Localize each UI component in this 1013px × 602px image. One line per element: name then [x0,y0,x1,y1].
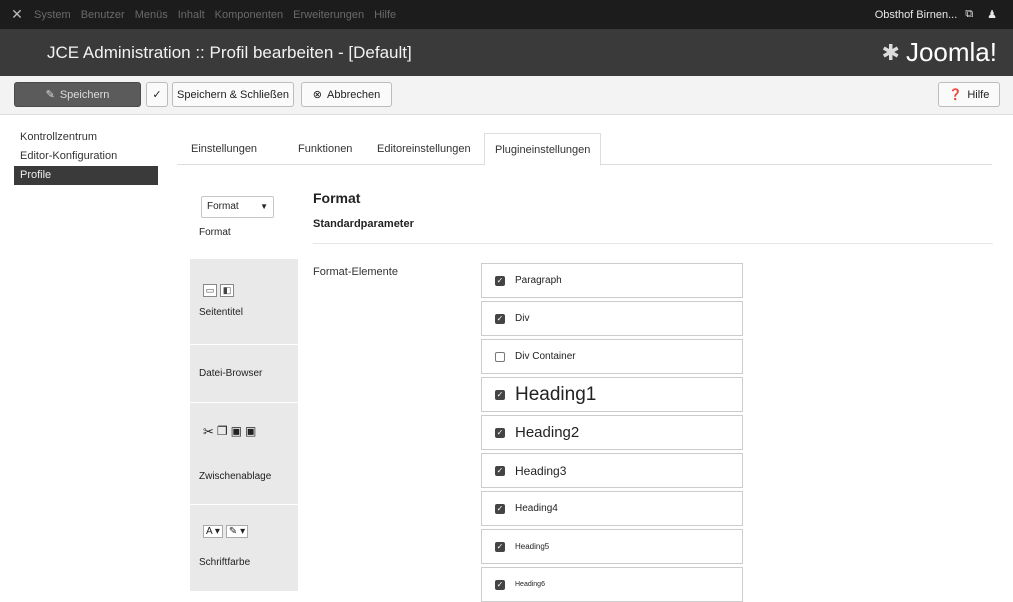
checkbox[interactable]: ✓ [495,275,505,286]
format-select[interactable]: Format ▼ [201,196,274,218]
topnav-right: Obsthof Birnen... ⧉ ♟ [867,8,1013,21]
question-icon: ❓ [948,89,963,101]
top-navbar: ✕ System Benutzer Menüs Inhalt Komponent… [0,0,1013,29]
save-close-button[interactable]: Speichern & Schließen [172,82,294,107]
format-row-heading3[interactable]: ✓ Heading3 [481,453,743,488]
tab-einstellungen[interactable]: Einstellungen [191,133,257,165]
checkbox[interactable]: ✓ [495,313,505,324]
plugin-item-format[interactable]: Format ▼ Format [190,177,298,259]
paste-text-icon: ▣ [245,424,257,438]
font-color-icon: A ▾ [203,525,223,538]
pagetitle-icons: ▭ ◧ [203,284,234,297]
tab-funktionen[interactable]: Funktionen [298,133,352,165]
cancel-button-label: Abbrechen [327,88,381,101]
help-button[interactable]: ❓ Hilfe [938,82,1000,107]
format-label: Div [515,313,530,324]
panel-subtitle: Standardparameter [313,218,414,230]
sidebar-item-profile[interactable]: Profile [14,166,158,185]
plugin-item-label: Zwischenablage [199,471,272,482]
sidebar: Kontrollzentrum Editor-Konfiguration Pro… [14,128,158,185]
menu-benutzer[interactable]: Benutzer [81,9,125,21]
save-button-label: Speichern [59,88,110,101]
checkbox[interactable]: ✓ [495,465,505,476]
plugin-item-datei-browser[interactable]: Datei-Browser [190,345,298,403]
copy-icon: ❐ [216,424,228,438]
plugin-item-zwischenablage[interactable]: ✂ ❐ ▣ ▣ Zwischenablage [190,403,298,505]
caret-down-icon: ▼ [260,202,268,211]
panel-title: Format [313,190,361,206]
plugin-item-seitentitel[interactable]: ▭ ◧ Seitentitel [190,259,298,345]
tab-bar: Einstellungen Funktionen Editoreinstellu… [177,133,992,166]
checkbox[interactable]: ✓ [495,541,505,552]
format-row-heading2[interactable]: ✓ Heading2 [481,415,743,450]
checkbox[interactable]: ✓ [495,427,505,438]
paste-icon: ▣ [230,424,243,438]
highlight-color-icon: ✎ ▾ [225,525,249,538]
layout-split-icon: ◧ [220,284,234,297]
sidebar-item-kontrollzentrum[interactable]: Kontrollzentrum [14,128,158,147]
edit-icon: ✎ [45,89,55,101]
format-label: Heading3 [515,463,567,478]
fontcolor-icons: A ▾ ✎ ▾ [203,525,249,538]
menu-inhalt[interactable]: Inhalt [178,9,205,21]
cancel-button[interactable]: ⊗ Abbrechen [301,82,392,107]
format-label: Heading4 [515,503,558,514]
toolbar: ✎ Speichern ✓ Speichern & Schließen ⊗ Ab… [0,76,1013,115]
checkbox[interactable]: ✓ [495,579,505,590]
joomla-brand-icon: ✱ [881,39,900,65]
format-row-heading6[interactable]: ✓ Heading6 [481,567,743,602]
checkbox[interactable] [495,351,505,362]
joomla-brand: ✱ Joomla! [882,37,997,68]
tab-editoreinstellungen[interactable]: Editoreinstellungen [377,133,471,165]
cut-icon: ✂ [203,424,214,439]
external-link-icon[interactable]: ⧉ [965,8,973,21]
format-row-div-container[interactable]: Div Container [481,339,743,374]
format-label: Div Container [515,351,576,362]
plugin-item-label: Schriftfarbe [199,557,251,568]
joomla-logo-icon[interactable]: ✕ [0,6,34,23]
menu-hilfe[interactable]: Hilfe [374,9,396,21]
sidebar-item-editor-konfiguration[interactable]: Editor-Konfiguration [14,147,158,166]
plugin-item-label: Datei-Browser [199,368,263,379]
check-icon: ✓ [152,89,162,101]
format-elements-label: Format-Elemente [313,266,398,278]
format-label: Heading5 [515,542,550,551]
format-row-heading1[interactable]: ✓ Heading1 [481,377,743,412]
plugin-item-schriftfarbe[interactable]: A ▾ ✎ ▾ Schriftfarbe [190,505,298,592]
plugin-item-label: Seitentitel [199,307,243,318]
format-row-paragraph[interactable]: ✓ Paragraph [481,263,743,298]
format-row-div[interactable]: ✓ Div [481,301,743,336]
format-label: Heading1 [515,383,597,405]
menu-system[interactable]: System [34,9,71,21]
divider [313,243,993,244]
clipboard-icons: ✂ ❐ ▣ ▣ [203,424,273,440]
menu-erweiterungen[interactable]: Erweiterungen [293,9,364,21]
page-header: JCE Administration :: Profil bearbeiten … [0,29,1013,76]
page-title: JCE Administration :: Profil bearbeiten … [47,42,412,62]
tab-plugineinstellungen[interactable]: Plugineinstellungen [484,133,602,166]
layout-horizontal-icon: ▭ [203,284,217,297]
format-label: Heading6 [515,581,545,588]
menu-komponenten[interactable]: Komponenten [215,9,284,21]
format-row-heading5[interactable]: ✓ Heading5 [481,529,743,564]
help-button-label: Hilfe [967,88,990,101]
format-label: Paragraph [515,275,562,286]
cancel-icon: ⊗ [312,89,322,101]
save-button[interactable]: ✎ Speichern [14,82,141,107]
site-link[interactable]: Obsthof Birnen... [875,9,958,21]
format-row-heading4[interactable]: ✓ Heading4 [481,491,743,526]
format-select-value: Format [207,201,239,212]
user-icon[interactable]: ♟ [987,8,997,21]
save-check-button[interactable]: ✓ [146,82,168,107]
menu-menus[interactable]: Menüs [135,9,168,21]
plugin-item-label: Format [199,227,231,238]
checkbox[interactable]: ✓ [495,389,505,400]
format-label: Heading2 [515,424,580,441]
checkbox[interactable]: ✓ [495,503,505,514]
joomla-brand-text: Joomla! [905,37,997,67]
plugin-list: Format ▼ Format ▭ ◧ Seitentitel Datei-Br… [190,177,298,592]
